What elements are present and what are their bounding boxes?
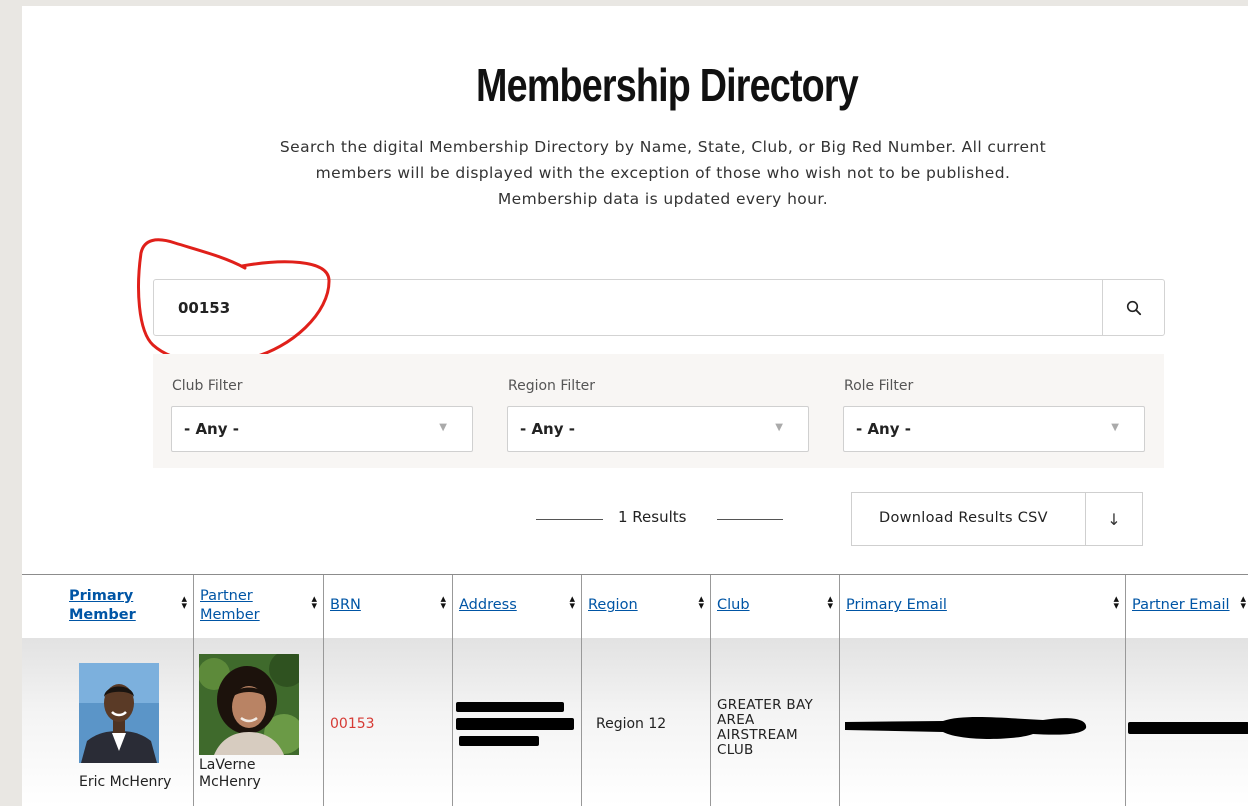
search-bar <box>153 279 1165 336</box>
col-header-label[interactable]: Primary Member <box>69 587 139 625</box>
club-value: GREATER BAY AREA AIRSTREAM CLUB <box>717 697 814 758</box>
cell-partner-email <box>1125 638 1248 806</box>
col-header-label[interactable]: Club <box>717 596 750 615</box>
cell-region: Region 12 <box>581 638 710 806</box>
page-description: Search the digital Membership Directory … <box>279 138 1047 208</box>
sort-icon[interactable]: ▴ ▾ <box>569 593 575 611</box>
download-csv-button[interactable]: Download Results CSV ↓ <box>851 492 1143 546</box>
search-icon <box>1126 300 1141 315</box>
cell-address <box>452 638 581 806</box>
sort-icon[interactable]: ▴ ▾ <box>1113 593 1119 611</box>
chevron-down-icon: ▼ <box>775 422 783 433</box>
cell-partner-member: LaVerne McHenry <box>193 638 323 806</box>
results-count: 1 Results <box>618 508 687 526</box>
cell-primary-member: Eric McHenry <box>22 638 193 806</box>
region-filter-label: Region Filter <box>508 378 596 394</box>
col-header-label[interactable]: Partner Member <box>200 587 270 625</box>
col-header-label[interactable]: Partner Email <box>1132 596 1230 615</box>
col-header-club[interactable]: Club ▴ ▾ <box>710 575 839 638</box>
role-filter-select[interactable]: - Any - ▼ <box>843 406 1145 452</box>
col-header-partner-member[interactable]: Partner Member ▴ ▾ <box>193 575 323 638</box>
col-header-address[interactable]: Address ▴ ▾ <box>452 575 581 638</box>
chevron-down-icon: ▼ <box>439 422 447 433</box>
role-filter-value: - Any - <box>856 420 911 438</box>
results-divider-left <box>536 519 603 520</box>
sort-icon[interactable]: ▴ ▾ <box>698 593 704 611</box>
col-header-label[interactable]: Region <box>588 596 638 615</box>
col-header-primary-member[interactable]: Primary Member ▴ ▾ <box>22 575 193 638</box>
down-arrow-icon[interactable]: ↓ <box>1085 493 1142 545</box>
col-header-label[interactable]: BRN <box>330 596 361 615</box>
region-filter-value: - Any - <box>520 420 575 438</box>
redaction-mark <box>456 702 564 712</box>
results-divider-right <box>717 519 783 520</box>
download-csv-label: Download Results CSV <box>879 510 1048 526</box>
club-filter-select[interactable]: - Any - ▼ <box>171 406 473 452</box>
primary-member-name: Eric McHenry <box>79 774 172 790</box>
region-filter-select[interactable]: - Any - ▼ <box>507 406 809 452</box>
sort-icon[interactable]: ▴ ▾ <box>827 593 833 611</box>
col-header-brn[interactable]: BRN ▴ ▾ <box>323 575 452 638</box>
region-value: Region 12 <box>596 716 667 732</box>
col-header-region[interactable]: Region ▴ ▾ <box>581 575 710 638</box>
search-button[interactable] <box>1102 280 1164 335</box>
sort-icon[interactable]: ▴ ▾ <box>1240 593 1246 611</box>
redaction-mark <box>845 717 1087 739</box>
search-input[interactable] <box>154 280 1094 335</box>
col-header-label[interactable]: Primary Email <box>846 596 947 615</box>
cell-primary-email <box>839 638 1125 806</box>
cell-brn: 00153 <box>323 638 452 806</box>
sort-icon[interactable]: ▴ ▾ <box>311 593 317 611</box>
partner-member-name: LaVerne McHenry <box>199 757 261 790</box>
avatar <box>79 663 159 763</box>
col-header-primary-email[interactable]: Primary Email ▴ ▾ <box>839 575 1125 638</box>
filter-panel: Club Filter - Any - ▼ Region Filter - An… <box>153 354 1164 468</box>
page: Membership Directory Search the digital … <box>22 6 1248 806</box>
sort-icon[interactable]: ▴ ▾ <box>440 593 446 611</box>
club-filter-value: - Any - <box>184 420 239 438</box>
role-filter-label: Role Filter <box>844 378 914 394</box>
page-title: Membership Directory <box>476 59 859 111</box>
sort-icon[interactable]: ▴ ▾ <box>181 593 187 611</box>
chevron-down-icon: ▼ <box>1111 422 1119 433</box>
redaction-mark <box>1128 722 1248 734</box>
brn-value: 00153 <box>330 716 375 732</box>
avatar <box>199 654 299 755</box>
redaction-mark <box>456 718 574 730</box>
col-header-label[interactable]: Address <box>459 596 517 615</box>
cell-club: GREATER BAY AREA AIRSTREAM CLUB <box>710 638 839 806</box>
redaction-mark <box>459 736 539 746</box>
club-filter-label: Club Filter <box>172 378 243 394</box>
col-header-partner-email[interactable]: Partner Email ▴ ▾ <box>1125 575 1248 638</box>
